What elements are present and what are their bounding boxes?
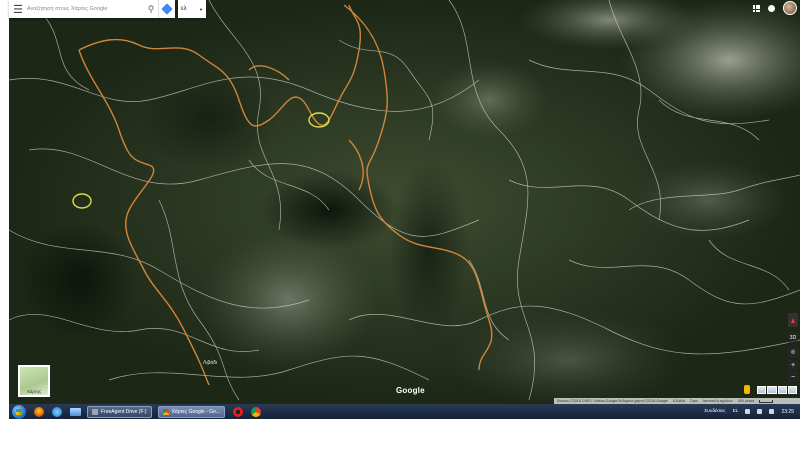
screen: Λιβάδι ☰ Αναζήτηση στους Χάρτες Google ⚲… (0, 0, 800, 450)
file-explorer-icon[interactable] (70, 407, 81, 416)
compass-icon[interactable] (788, 313, 798, 327)
search-box: ☰ Αναζήτηση στους Χάρτες Google ⚲ (9, 0, 175, 18)
satellite-map[interactable]: Λιβάδι (9, 0, 800, 404)
apps-grid-icon[interactable] (753, 4, 760, 12)
firefox-icon[interactable] (34, 406, 44, 417)
3d-button[interactable]: 3D (788, 333, 798, 343)
zoom-out-button[interactable]: − (788, 372, 798, 382)
drive-icon (92, 408, 98, 415)
chevron-down-icon: ▼ (199, 6, 203, 12)
network-icon[interactable] (757, 409, 763, 414)
task-label: FreeAgent Drive (F:) (101, 408, 147, 415)
chrome-icon[interactable] (250, 406, 261, 417)
system-tray: Συνδέσεις EL 23:25 (704, 409, 800, 415)
account-controls (753, 0, 800, 16)
terms-link[interactable]: Όροι (690, 399, 698, 403)
search-input[interactable]: Αναζήτηση στους Χάρτες Google (27, 6, 144, 12)
start-button[interactable] (12, 404, 26, 419)
imagery-strip[interactable] (757, 386, 797, 394)
avatar[interactable] (783, 1, 797, 15)
internet-explorer-icon[interactable] (52, 406, 62, 417)
connections-label[interactable]: Συνδέσεις (704, 409, 725, 414)
my-location-icon[interactable]: ◎ (788, 347, 798, 357)
layer-label: Χάρτης (26, 389, 42, 394)
google-logo: Google (396, 386, 425, 395)
taskbar-item-maps[interactable]: Χάρτες Google - Go... (157, 405, 225, 418)
notifications-icon[interactable] (768, 4, 775, 12)
scale-bar (759, 399, 774, 403)
volume-icon[interactable] (769, 409, 775, 414)
language-value: ελ (181, 6, 187, 12)
opera-icon[interactable] (232, 406, 243, 417)
scale-label[interactable]: 500 μέτρα (738, 399, 754, 403)
taskbar-item-drive[interactable]: FreeAgent Drive (F:) (87, 405, 152, 418)
pegman-icon[interactable] (744, 385, 750, 394)
country-link[interactable]: Ελλάδα (673, 399, 685, 403)
language-indicator[interactable]: EL (733, 409, 739, 414)
town-label: Λιβάδι (203, 360, 218, 366)
language-select[interactable]: ελ ▼ (178, 0, 206, 18)
map-terrain (9, 0, 800, 404)
chrome-icon (162, 408, 169, 415)
map-layer-toggle[interactable]: Χάρτης (18, 365, 50, 397)
imagery-credit: Εικόνες ©2018 CNES / Airbus,Google,δεδομ… (557, 399, 668, 403)
zoom-in-button[interactable]: + (788, 360, 798, 370)
search-icon[interactable]: ⚲ (144, 0, 158, 18)
clock[interactable]: 23:25 (781, 409, 794, 415)
left-margin (0, 0, 9, 404)
hamburger-menu-icon[interactable]: ☰ (9, 0, 27, 18)
feedback-link[interactable]: Αποστολή σχολίων (703, 399, 733, 403)
task-label: Χάρτες Google - Go... (171, 408, 220, 415)
flag-icon[interactable] (745, 409, 751, 414)
directions-icon[interactable] (158, 0, 175, 18)
taskbar: FreeAgent Drive (F:) Χάρτες Google - Go.… (9, 404, 800, 419)
